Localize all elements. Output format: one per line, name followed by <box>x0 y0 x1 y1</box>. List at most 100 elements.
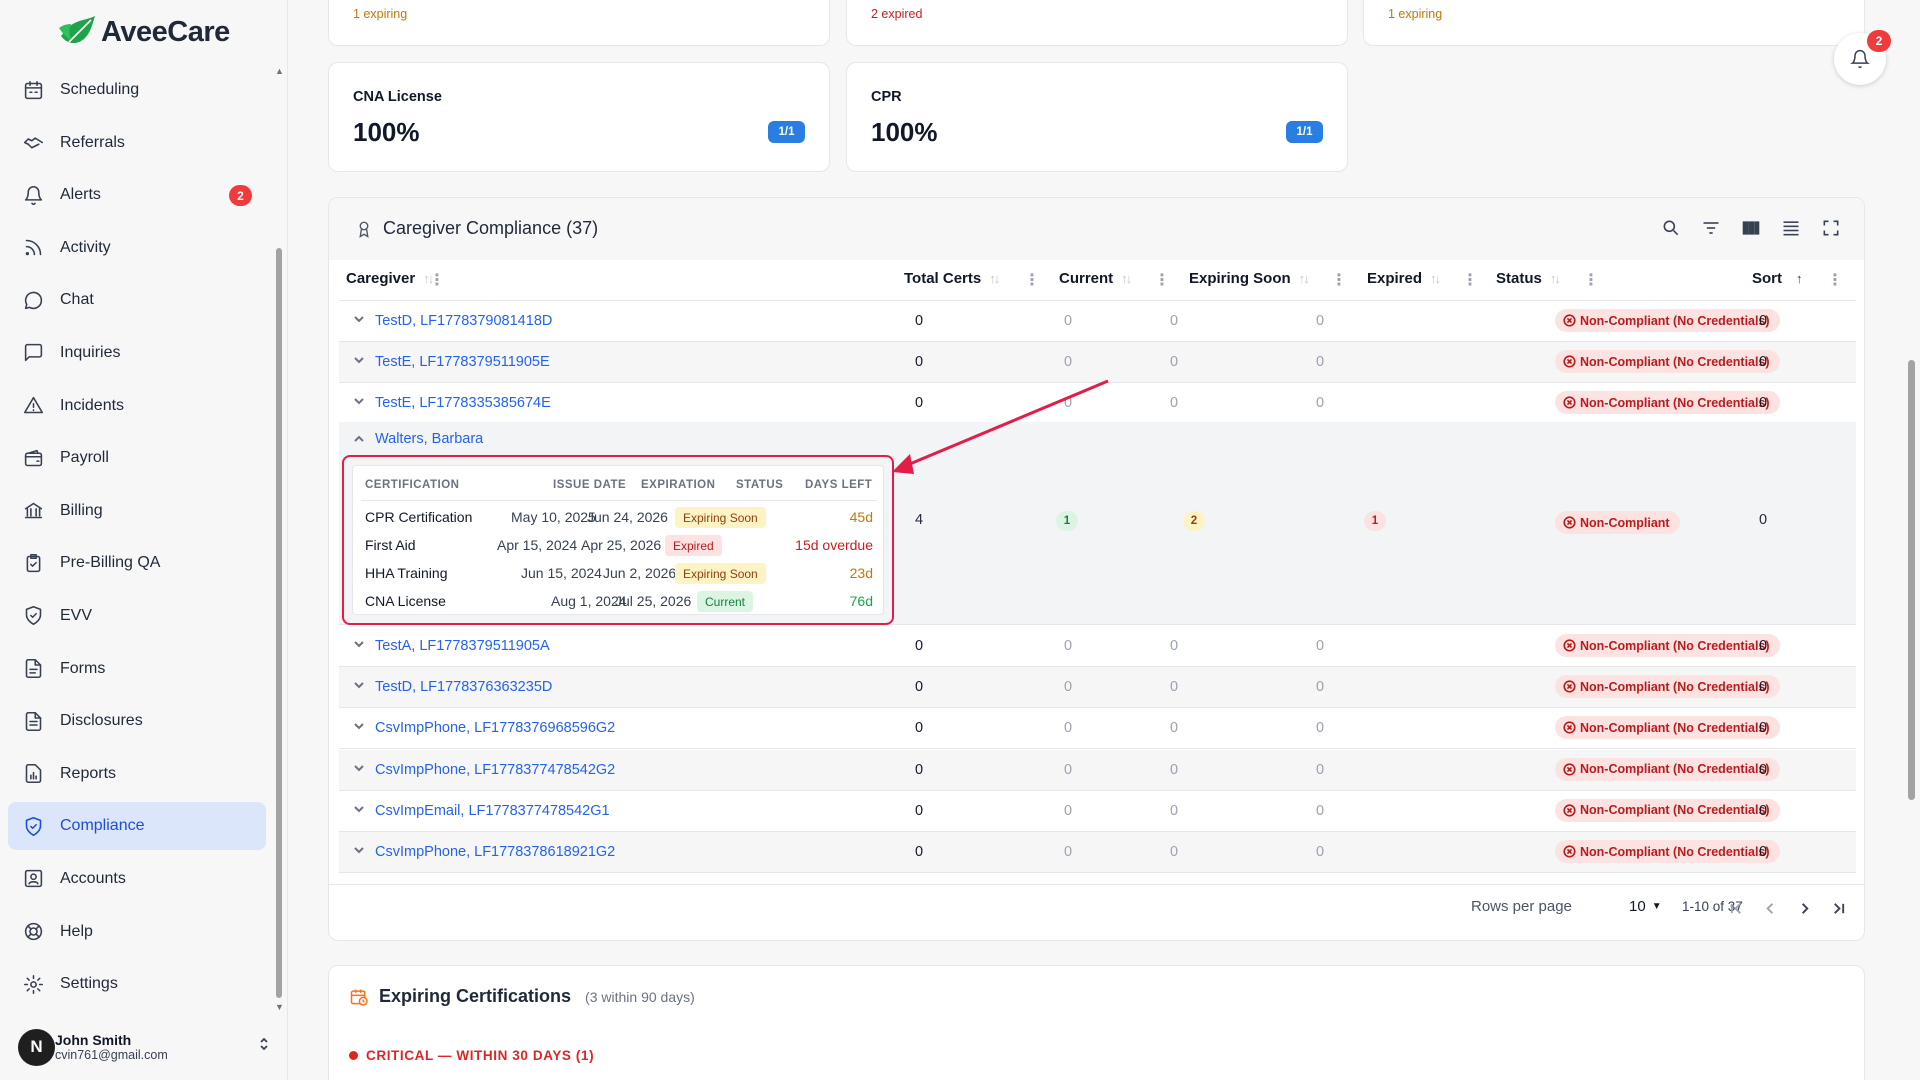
sidebar-item-incidents[interactable]: Incidents <box>8 382 266 430</box>
sidebar-item-referrals[interactable]: Referrals <box>8 119 266 167</box>
filter-button[interactable] <box>1700 217 1722 239</box>
chevron-down-icon[interactable] <box>353 354 367 368</box>
expired-value: 0 <box>1316 761 1325 778</box>
column-menu-icon[interactable]: ⋮ <box>1827 270 1843 290</box>
sort-value: 0 <box>1759 720 1768 737</box>
sidebar-item-inquiries[interactable]: Inquiries <box>8 329 266 377</box>
chevron-down-icon[interactable] <box>353 395 367 409</box>
table-row[interactable]: TestE, LF1778379511905E 0 0 0 0 Non-Compliant… <box>339 342 1856 383</box>
sidebar-item-alerts[interactable]: Alerts 2 <box>8 171 266 219</box>
stat-card-top-2[interactable]: 2 expired <box>846 0 1348 46</box>
column-header-caregiver[interactable]: Caregiver ↑↓ <box>346 270 434 287</box>
sidebar-item-settings[interactable]: Settings <box>8 960 266 1008</box>
caregiver-name-link[interactable]: CsvImpPhone, LF1778377478542G2 <box>375 762 615 778</box>
stat-card-cpr[interactable]: CPR 100% 1/1 <box>846 62 1348 172</box>
cert-name: HHA Training <box>365 565 448 581</box>
sidebar-item-help[interactable]: Help <box>8 908 266 956</box>
stat-note: 1 expiring <box>1388 7 1443 21</box>
sidebar-badge: 2 <box>229 185 252 207</box>
sidebar-item-reports[interactable]: Reports <box>8 750 266 798</box>
column-menu-icon[interactable]: ⋮ <box>1462 270 1478 290</box>
sidebar-item-accounts[interactable]: Accounts <box>8 855 266 903</box>
chevron-down-icon[interactable] <box>353 638 367 652</box>
sort-icon[interactable]: ↑↓ <box>1550 271 1561 286</box>
caregiver-name-link[interactable]: CsvImpPhone, LF1778376968596G2 <box>375 720 615 736</box>
table-row[interactable]: CsvImpEmail, LF1778377478542G1 0 0 0 0 Non-Co… <box>339 791 1856 832</box>
sidebar-item-chat[interactable]: Chat <box>8 276 266 324</box>
caregiver-name-link[interactable]: TestD, LF1778379081418D <box>375 313 552 329</box>
sort-asc-icon[interactable]: ↑ <box>1796 271 1803 286</box>
last-page-button[interactable] <box>1829 899 1847 917</box>
column-header-sort[interactable]: Sort ↑ <box>1752 270 1803 287</box>
sidebar-item-forms[interactable]: Forms <box>8 645 266 693</box>
stat-card-top-3[interactable]: 1 expiring <box>1363 0 1865 46</box>
column-menu-icon[interactable]: ⋮ <box>1024 270 1040 290</box>
column-header-expired[interactable]: Expired ↑↓ <box>1367 270 1441 287</box>
chevron-down-icon[interactable] <box>353 803 367 817</box>
table-row[interactable]: TestD, LF1778376363235D 0 0 0 0 Non-Compliant… <box>339 667 1856 709</box>
column-header-status[interactable]: Status ↑↓ <box>1496 270 1561 287</box>
next-page-button[interactable] <box>1795 899 1813 917</box>
chevron-up-down-icon[interactable] <box>258 1036 270 1055</box>
column-header-total-certs[interactable]: Total Certs ↑↓ <box>904 270 1000 287</box>
sort-value: 0 <box>1759 844 1768 860</box>
stat-title: CNA License <box>353 89 442 105</box>
table-row[interactable]: TestD, LF1778379081418D 0 0 0 0 Non-Compliant… <box>339 301 1856 342</box>
sidebar-item-billing[interactable]: Billing <box>8 487 266 535</box>
sidebar-item-evv[interactable]: EVV <box>8 592 266 640</box>
caregiver-name-link[interactable]: TestA, LF1778379511905A <box>375 638 550 654</box>
sidebar-item-compliance[interactable]: Compliance <box>8 802 266 851</box>
stat-card-cna-license[interactable]: CNA License 100% 1/1 <box>328 62 830 172</box>
caregiver-name-link[interactable]: CsvImpPhone, LF1778378618921G2 <box>375 844 615 860</box>
table-row[interactable]: CsvImpPhone, LF1778378618921G2 0 0 0 0 Non-Co… <box>339 832 1856 873</box>
sidebar-item-disclosures[interactable]: Disclosures <box>8 697 266 745</box>
column-menu-icon[interactable]: ⋮ <box>429 270 445 290</box>
sidebar-item-scheduling[interactable]: Scheduling <box>8 66 266 114</box>
density-button[interactable] <box>1780 217 1802 239</box>
caregiver-name-link[interactable]: TestE, LF1778335385674E <box>375 395 551 411</box>
chevron-down-icon[interactable] <box>353 844 367 858</box>
prev-page-button[interactable] <box>1761 899 1779 917</box>
chevron-up-icon[interactable] <box>353 432 365 450</box>
column-menu-icon[interactable]: ⋮ <box>1154 270 1170 290</box>
sort-icon[interactable]: ↑↓ <box>989 271 1000 286</box>
sort-icon[interactable]: ↑↓ <box>1121 271 1132 286</box>
main-scroll-thumb[interactable] <box>1908 360 1915 800</box>
table-row[interactable]: CsvImpPhone, LF1778376968596G2 0 0 0 0 Non-Co… <box>339 708 1856 750</box>
chevron-down-icon[interactable] <box>353 720 367 734</box>
user-menu[interactable]: N John Smith cvin761@gmail.com <box>18 1024 278 1070</box>
rows-per-page-select[interactable]: 10 ▼ <box>1629 898 1662 915</box>
fullscreen-icon <box>1823 220 1839 236</box>
column-menu-icon[interactable]: ⋮ <box>1583 270 1599 290</box>
column-header-expiring-soon[interactable]: Expiring Soon ↑↓ <box>1189 270 1310 287</box>
caregiver-name-link[interactable]: TestD, LF1778376363235D <box>375 679 552 695</box>
column-menu-icon[interactable]: ⋮ <box>1331 270 1347 290</box>
chevron-down-icon[interactable] <box>353 313 367 327</box>
scroll-down-icon[interactable]: ▼ <box>275 1002 284 1012</box>
table-row[interactable]: CsvImpPhone, LF1778377478542G2 0 0 0 0 Non-Co… <box>339 749 1856 791</box>
sort-icon[interactable]: ↑↓ <box>1430 271 1441 286</box>
column-header-current[interactable]: Current ↑↓ <box>1059 270 1132 287</box>
table-row[interactable]: TestE, LF1778335385674E 0 0 0 0 Non-Compliant… <box>339 383 1856 424</box>
sidebar-item-activity[interactable]: Activity <box>8 224 266 272</box>
chevron-down-icon[interactable] <box>353 762 367 776</box>
caregiver-name-link[interactable]: Walters, Barbara <box>375 431 483 447</box>
columns-button[interactable] <box>1740 217 1762 239</box>
caregiver-name-link[interactable]: TestE, LF1778379511905E <box>375 354 550 370</box>
current-value: 0 <box>1064 761 1073 778</box>
contact-icon <box>22 868 44 890</box>
scroll-up-icon[interactable]: ▲ <box>275 66 284 76</box>
sort-icon[interactable]: ↑↓ <box>1299 271 1310 286</box>
chevron-down-icon[interactable] <box>353 679 367 693</box>
fullscreen-button[interactable] <box>1820 217 1842 239</box>
app-logo[interactable]: AveeCare <box>57 14 230 50</box>
sidebar-scroll-thumb[interactable] <box>276 248 282 998</box>
status-badge: Non-Compliant (No Credentials) <box>1555 391 1780 414</box>
stat-card-top-1[interactable]: 1 expiring <box>328 0 830 46</box>
caregiver-name-link[interactable]: CsvImpEmail, LF1778377478542G1 <box>375 803 610 819</box>
sidebar-item-pre-billing-qa[interactable]: Pre-Billing QA <box>8 539 266 587</box>
first-page-button[interactable] <box>1727 899 1745 917</box>
table-row[interactable]: TestA, LF1778379511905A 0 0 0 0 Non-Compliant… <box>339 626 1856 667</box>
sidebar-item-payroll[interactable]: Payroll <box>8 434 266 482</box>
search-button[interactable] <box>1660 217 1682 239</box>
